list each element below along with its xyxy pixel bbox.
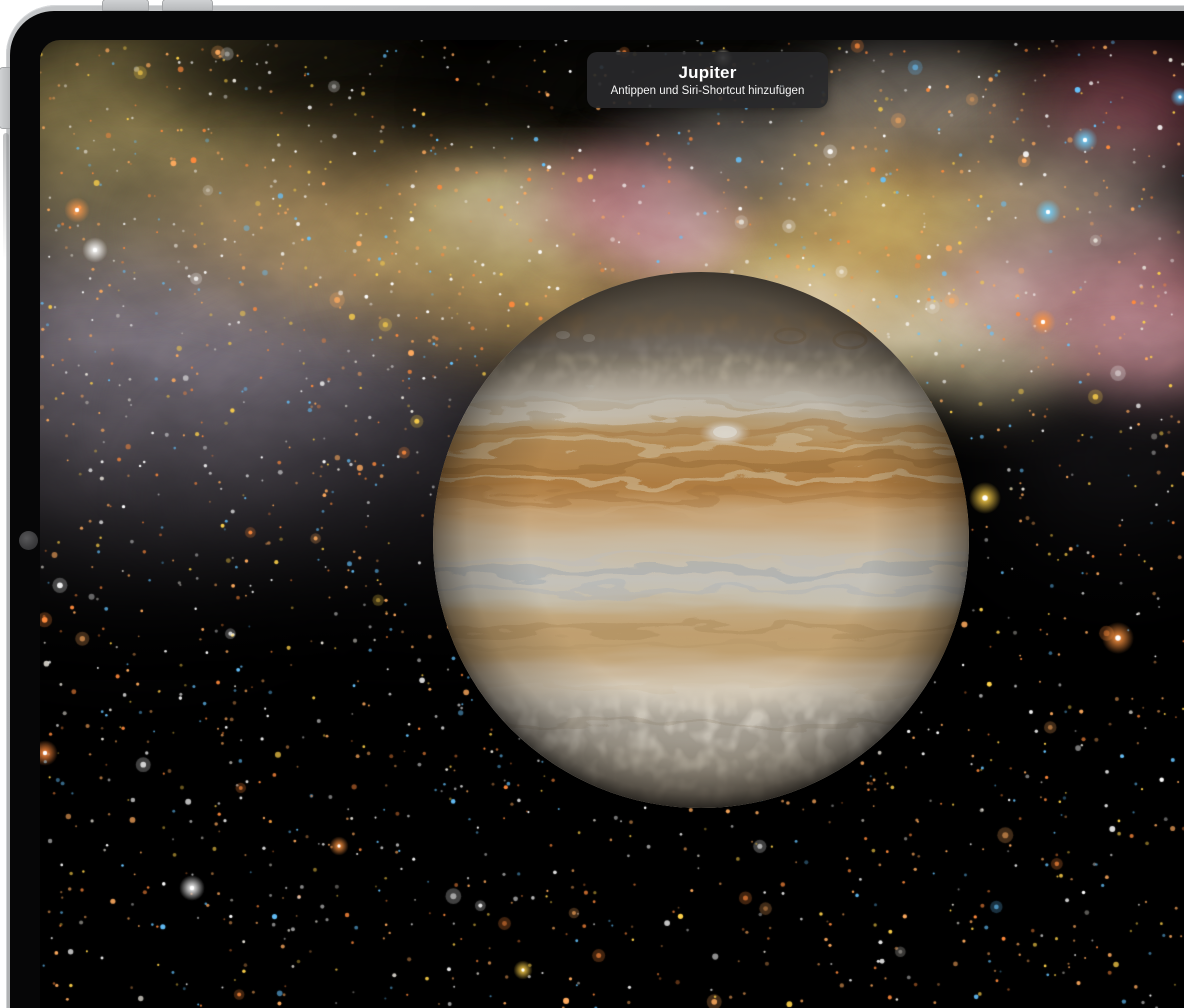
app-screen: Jupiter Antippen und Siri-Shortcut hinzu… <box>40 40 1184 1008</box>
tooltip-title: Jupiter <box>678 63 736 82</box>
page-background: Jupiter Antippen und Siri-Shortcut hinzu… <box>0 0 1184 1008</box>
tooltip-subtitle: Antippen und Siri-Shortcut hinzufügen <box>611 85 805 98</box>
top-button-1 <box>103 0 148 10</box>
side-button <box>0 68 10 128</box>
top-button-2 <box>163 0 212 10</box>
siri-shortcut-tooltip: Jupiter Antippen und Siri-Shortcut hinzu… <box>587 52 828 108</box>
side-button-shadow <box>3 133 9 261</box>
front-camera <box>19 531 38 550</box>
ipad-screen-bezel: Jupiter Antippen und Siri-Shortcut hinzu… <box>10 11 1184 1008</box>
jupiter-planet[interactable] <box>433 272 969 808</box>
ipad-device-frame: Jupiter Antippen und Siri-Shortcut hinzu… <box>6 5 1184 1008</box>
